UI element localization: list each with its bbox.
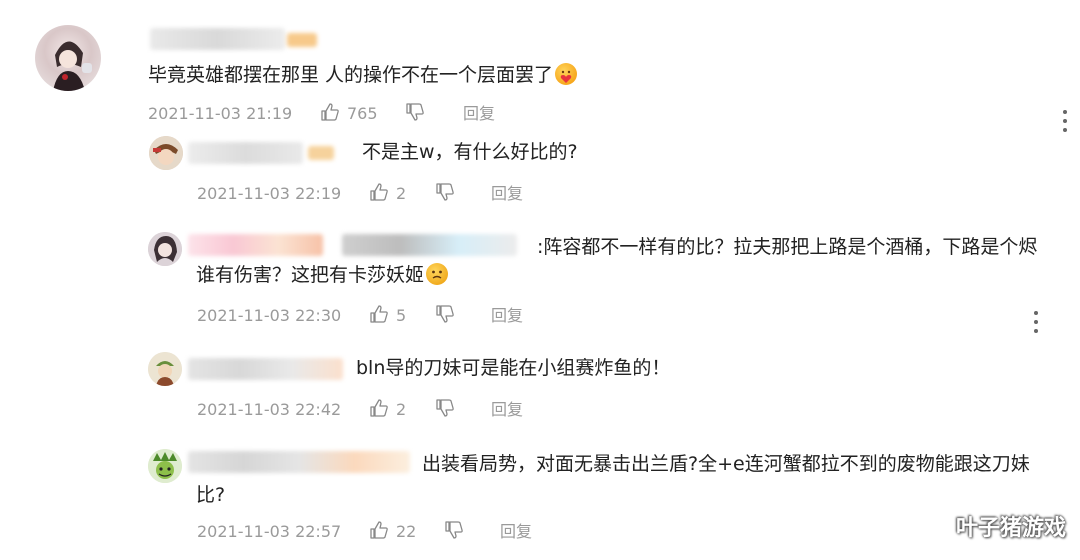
- comment-timestamp: 2021-11-03 22:42: [197, 400, 342, 419]
- reply-text-continued: 比?: [196, 484, 226, 506]
- username-blurred[interactable]: [188, 358, 343, 380]
- avatar[interactable]: [148, 232, 182, 266]
- heart-face-emoji: [555, 63, 578, 85]
- thumbs-down-icon[interactable]: [435, 304, 455, 324]
- reply-button[interactable]: 回复: [463, 104, 495, 124]
- comment-timestamp: 2021-11-03 22:19: [197, 184, 342, 203]
- thumbs-up-icon[interactable]: [320, 102, 340, 122]
- username-blurred[interactable]: [188, 451, 410, 473]
- like-count: 5: [396, 306, 407, 325]
- like-count: 22: [396, 522, 417, 541]
- avatar[interactable]: [148, 352, 182, 386]
- avatar[interactable]: [35, 25, 101, 91]
- reply-text-continued: 谁有伤害？这把有卡莎妖姬: [196, 263, 449, 287]
- more-vertical-icon[interactable]: [1033, 311, 1039, 333]
- user-badge: [287, 33, 317, 47]
- thumbs-up-icon[interactable]: [369, 520, 389, 540]
- thumbs-down-icon[interactable]: [435, 398, 455, 418]
- avatar[interactable]: [148, 449, 182, 483]
- username-blurred[interactable]: [150, 28, 285, 50]
- reply-button[interactable]: 回复: [491, 184, 523, 204]
- comment-timestamp: 2021-11-03 22:30: [197, 306, 342, 325]
- user-badge: [308, 146, 334, 160]
- reply-button[interactable]: 回复: [491, 306, 523, 326]
- comment-timestamp: 2021-11-03 21:19: [148, 104, 293, 123]
- thumbs-down-icon[interactable]: [444, 520, 464, 540]
- reply-text: 出装看局势，对面无暴击出兰盾?全+e连河蟹都拉不到的废物能跟这刀妹: [422, 453, 1030, 475]
- reply-button[interactable]: 回复: [500, 522, 532, 542]
- avatar[interactable]: [149, 136, 183, 170]
- like-count: 2: [396, 184, 407, 203]
- more-vertical-icon[interactable]: [1062, 110, 1068, 132]
- watermark: 叶子猪游戏: [955, 516, 1066, 541]
- username-blurred[interactable]: [188, 234, 323, 256]
- like-count: 765: [347, 104, 378, 123]
- comment-timestamp: 2021-11-03 22:57: [197, 522, 342, 541]
- username-blurred[interactable]: [188, 142, 303, 164]
- thumbs-up-icon[interactable]: [369, 304, 389, 324]
- reply-button[interactable]: 回复: [491, 400, 523, 420]
- reply-target-blurred[interactable]: [342, 234, 517, 256]
- reply-text: bln导的刀妹可是能在小组赛炸鱼的！: [356, 357, 671, 379]
- thumbs-down-icon[interactable]: [405, 102, 425, 122]
- like-count: 2: [396, 400, 407, 419]
- reply-text: :阵容都不一样有的比？拉夫那把上路是个酒桶，下路是个烬: [537, 236, 1038, 258]
- reply-text: 不是主w，有什么好比的?: [362, 141, 578, 163]
- thumbs-down-icon[interactable]: [435, 182, 455, 202]
- comment-text: 毕竟英雄都摆在那里 人的操作不在一个层面罢了: [148, 63, 578, 87]
- thumbs-up-icon[interactable]: [369, 182, 389, 202]
- thumbs-up-icon[interactable]: [369, 398, 389, 418]
- awkward-face-emoji: [426, 263, 449, 285]
